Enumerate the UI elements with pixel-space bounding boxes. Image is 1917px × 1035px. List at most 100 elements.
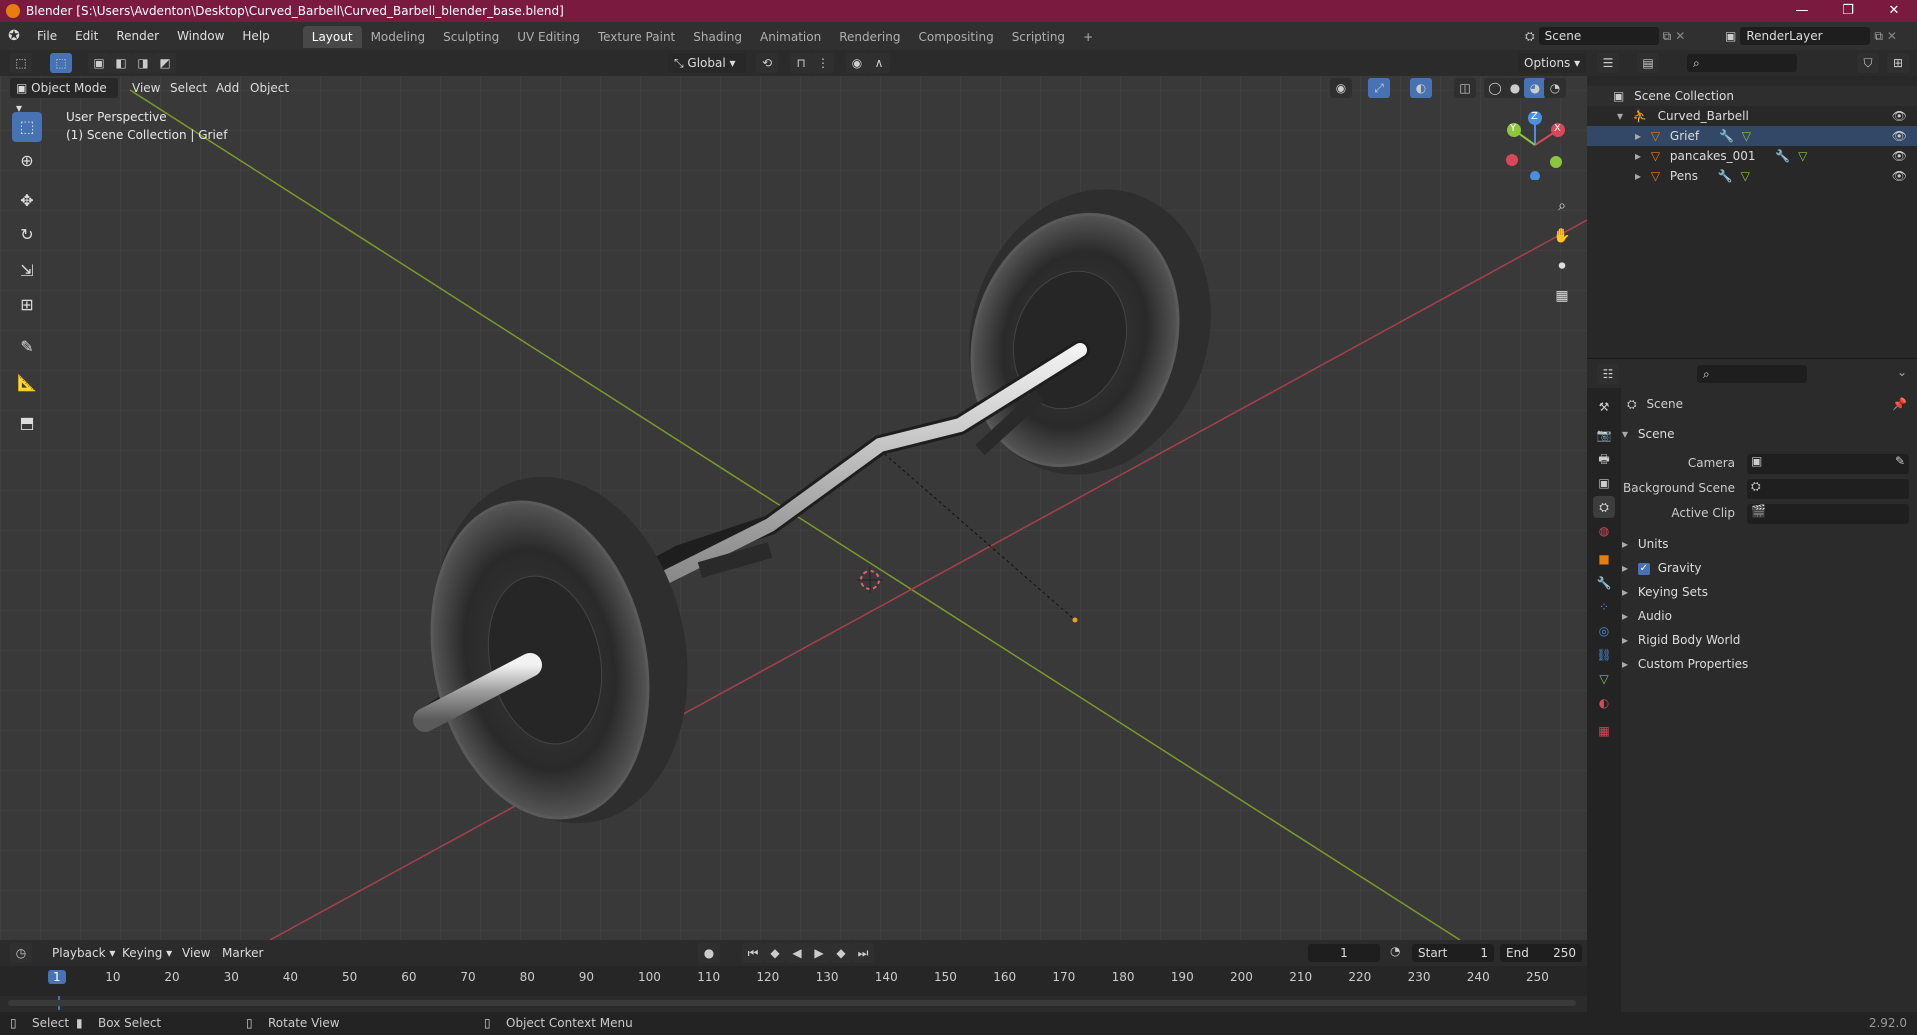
snap-icon[interactable]: ⊓	[790, 53, 812, 73]
navigation-gizmo[interactable]: Z X Y	[1500, 110, 1570, 181]
close-button[interactable]: ✕	[1871, 0, 1917, 22]
tab-rendering[interactable]: Rendering	[830, 26, 909, 48]
eye-icon[interactable]: 👁	[1892, 146, 1907, 166]
eye-icon[interactable]: 👁	[1892, 166, 1907, 186]
audio-section[interactable]: ▸ Audio	[1622, 604, 1672, 628]
frame-tick[interactable]: 90	[579, 970, 594, 984]
pin-icon[interactable]: 📌	[1892, 392, 1907, 416]
frame-tick[interactable]: 30	[224, 970, 239, 984]
record-icon[interactable]: ●	[698, 943, 720, 963]
frame-tick[interactable]: 160	[993, 970, 1016, 984]
play-icon[interactable]: ▶	[808, 943, 830, 963]
menu-timeline-view[interactable]: View	[176, 943, 216, 963]
timeline-editor-icon[interactable]: ◷	[10, 943, 32, 963]
menu-render[interactable]: Render	[107, 22, 168, 50]
pivot-point-icon[interactable]: ⟲	[756, 53, 778, 73]
camera-field[interactable]: ▣ ✎	[1747, 454, 1909, 474]
eye-icon[interactable]: 👁	[1892, 126, 1907, 146]
select-box-icon[interactable]: ⬚	[12, 112, 42, 142]
transform-tool-icon[interactable]: ⊞	[12, 290, 42, 320]
frame-tick[interactable]: 60	[401, 970, 416, 984]
current-frame-field[interactable]: 1	[1308, 944, 1380, 962]
frame-tick[interactable]: 80	[520, 970, 535, 984]
display-mode-icon[interactable]: ▤	[1637, 53, 1659, 73]
tab-animation[interactable]: Animation	[751, 26, 830, 48]
menu-help[interactable]: Help	[233, 22, 278, 50]
frame-tick[interactable]: 210	[1289, 970, 1312, 984]
intersect-selection-icon[interactable]: ◩	[154, 53, 176, 73]
eyedropper-icon[interactable]: ✎	[1895, 454, 1905, 468]
outliner-row-object-grief[interactable]: ▸ ▽ Grief 🔧 ▽ 👁	[1587, 126, 1917, 146]
tab-texture-paint[interactable]: Texture Paint	[589, 26, 684, 48]
material-tab-icon[interactable]: ◐	[1593, 692, 1615, 714]
3d-viewport[interactable]: User Perspective (1) Scene Collection | …	[0, 50, 1587, 940]
rotate-tool-icon[interactable]: ↻	[12, 220, 42, 250]
filter-icon[interactable]: ⛉	[1857, 53, 1879, 73]
start-frame-field[interactable]: Start 1	[1412, 944, 1494, 962]
restore-button[interactable]: ❐	[1825, 0, 1871, 22]
frame-tick[interactable]: 150	[934, 970, 957, 984]
frame-tick[interactable]: 70	[460, 970, 475, 984]
outliner-row-scene-collection[interactable]: ▣ Scene Collection	[1587, 86, 1917, 106]
cursor-tool-icon[interactable]: ⊕	[12, 146, 42, 176]
ortho-grid-icon[interactable]: ▦	[1549, 283, 1575, 309]
minimize-button[interactable]: —	[1779, 0, 1825, 22]
frame-tick[interactable]: 250	[1526, 970, 1549, 984]
units-section[interactable]: ▸ Units	[1622, 532, 1669, 556]
expand-arrow-icon[interactable]: ▸	[1635, 149, 1641, 163]
frame-tick[interactable]: 110	[697, 970, 720, 984]
active-clip-field[interactable]: 🎬	[1747, 504, 1909, 524]
eye-icon[interactable]: 👁	[1892, 106, 1907, 126]
outliner-search-input[interactable]: ⌕	[1687, 54, 1797, 72]
falloff-icon[interactable]: ∧	[868, 53, 890, 73]
tab-compositing[interactable]: Compositing	[909, 26, 1002, 48]
snap-target-icon[interactable]: ⋮	[812, 53, 834, 73]
menu-file[interactable]: File	[28, 22, 66, 50]
clock-icon[interactable]: ◔	[1390, 944, 1400, 958]
solid-shading-icon[interactable]: ●	[1504, 78, 1526, 98]
overlay-toggle-icon[interactable]: ◐	[1410, 78, 1432, 98]
tab-sculpting[interactable]: Sculpting	[434, 26, 508, 48]
keying-sets-section[interactable]: ▸ Keying Sets	[1622, 580, 1708, 604]
chevron-down-icon[interactable]: ⌄	[1897, 365, 1907, 379]
outliner-row-object-pancakes[interactable]: ▸ ▽ pancakes_001 🔧 ▽ 👁	[1587, 146, 1917, 166]
scale-tool-icon[interactable]: ⇲	[12, 256, 42, 286]
menu-view[interactable]: View	[126, 78, 166, 98]
pan-hand-icon[interactable]: ✋	[1549, 223, 1575, 249]
subtract-selection-icon[interactable]: ◨	[132, 53, 154, 73]
frame-tick[interactable]: 20	[164, 970, 179, 984]
frame-tick[interactable]: 140	[875, 970, 898, 984]
end-frame-field[interactable]: End 250	[1500, 944, 1582, 962]
expand-arrow-icon[interactable]: ▾	[1617, 109, 1623, 123]
play-reverse-icon[interactable]: ◀	[786, 943, 808, 963]
zoom-icon[interactable]: ⌕	[1549, 193, 1575, 219]
menu-playback[interactable]: Playback ▾	[46, 943, 121, 963]
measure-tool-icon[interactable]: 📐	[12, 368, 42, 398]
render-tab-icon[interactable]: 📷	[1593, 424, 1615, 446]
material-shading-icon[interactable]: ◕	[1524, 78, 1546, 98]
physics-tab-icon[interactable]: ◎	[1593, 620, 1615, 642]
move-tool-icon[interactable]: ✥	[12, 186, 42, 216]
background-scene-field[interactable]: ⛭	[1747, 479, 1909, 499]
frame-tick[interactable]: 200	[1230, 970, 1253, 984]
tab-modeling[interactable]: Modeling	[362, 26, 435, 48]
new-layer-icon[interactable]: ⧉	[1874, 29, 1883, 44]
add-workspace-button[interactable]: +	[1074, 26, 1102, 48]
render-layer-icon[interactable]: ▣	[1725, 29, 1736, 43]
tab-layout[interactable]: Layout	[302, 26, 362, 48]
menu-window[interactable]: Window	[168, 22, 233, 50]
timeline-scrollbar[interactable]	[8, 1000, 1576, 1006]
delete-scene-icon[interactable]: ✕	[1675, 29, 1685, 43]
frame-tick[interactable]: 230	[1408, 970, 1431, 984]
outliner-row-object-pens[interactable]: ▸ ▽ Pens 🔧 ▽ 👁	[1587, 166, 1917, 186]
prev-keyframe-icon[interactable]: ◆	[764, 943, 786, 963]
object-data-tab-icon[interactable]: ▽	[1593, 668, 1615, 690]
extend-selection-icon[interactable]: ◧	[110, 53, 132, 73]
add-cube-tool-icon[interactable]: ⬒	[12, 408, 42, 438]
frame-tick[interactable]: 100	[638, 970, 661, 984]
tab-uv-editing[interactable]: UV Editing	[508, 26, 589, 48]
proportional-edit-icon[interactable]: ◉	[846, 53, 868, 73]
constraints-tab-icon[interactable]: ⛓	[1593, 644, 1615, 666]
scene-icon[interactable]: ⛭	[1525, 29, 1535, 44]
camera-view-icon[interactable]: ⏺	[1549, 253, 1575, 279]
